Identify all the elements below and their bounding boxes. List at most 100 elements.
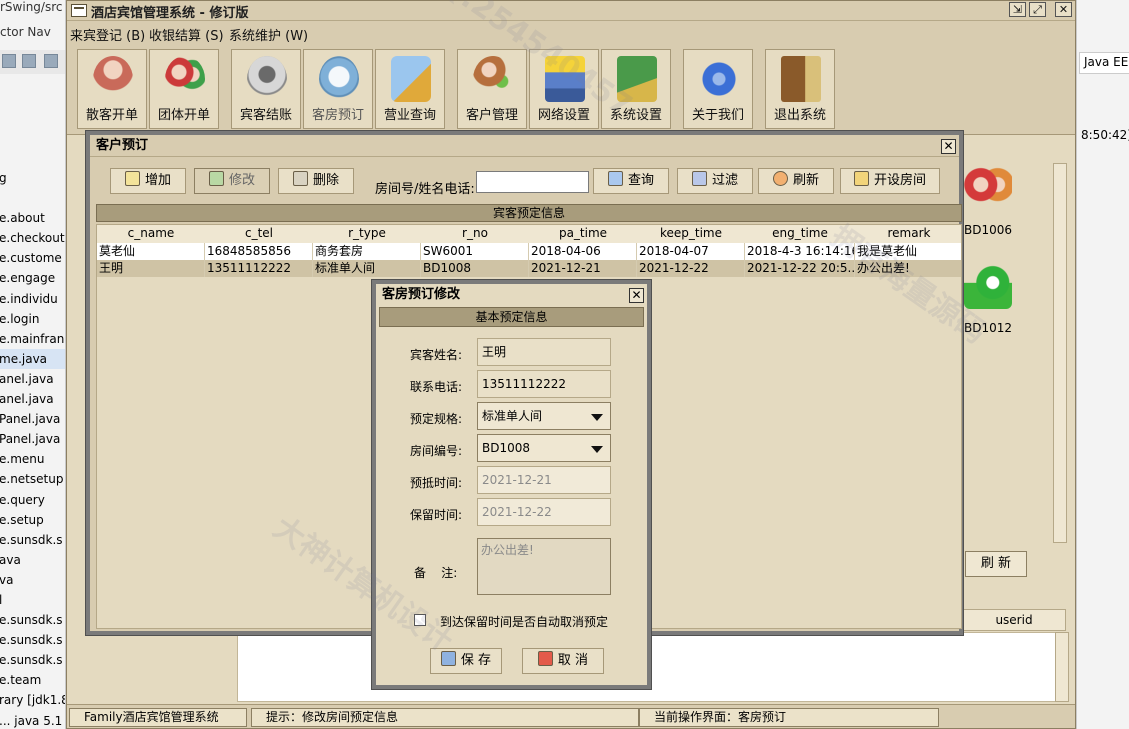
background-table-scrollbar[interactable] xyxy=(1055,632,1069,702)
restore-window-icon[interactable]: ⇲ xyxy=(1009,2,1026,17)
ide-breadcrumb: rSwing/src xyxy=(0,0,63,14)
ide-tool-icon[interactable] xyxy=(2,54,16,68)
ide-tree-item[interactable]: e.query xyxy=(0,490,65,510)
refresh-room-icon xyxy=(964,265,1012,309)
ide-tree-item[interactable] xyxy=(0,188,65,208)
tool-customer-management[interactable]: 客户管理 xyxy=(457,49,527,129)
menu-cashier[interactable]: 收银结算 (S) xyxy=(149,25,224,44)
tool-room-booking[interactable]: 客房预订 xyxy=(303,49,373,129)
tool-business-query[interactable]: 营业查询 xyxy=(375,49,445,129)
ide-tree-item[interactable]: ... java 5.1 xyxy=(0,711,65,729)
ide-tree-item[interactable]: e.login xyxy=(0,309,65,329)
tool-about-us[interactable]: 关于我们 xyxy=(683,49,753,129)
ide-tree-item[interactable]: e.sunsdk.s xyxy=(0,650,65,670)
column-header-remark[interactable]: remark xyxy=(855,225,961,244)
ide-tree-item[interactable]: e.about xyxy=(0,208,65,228)
search-input[interactable] xyxy=(476,171,589,193)
ide-tree-item[interactable]: e.engage xyxy=(0,268,65,288)
ide-tree-item[interactable]: e.individu xyxy=(0,289,65,309)
keep-time-field[interactable]: 2021-12-22 xyxy=(477,498,611,526)
close-booking-dialog-icon[interactable]: ✕ xyxy=(941,139,956,154)
ide-tree-item[interactable]: e.sunsdk.s xyxy=(0,610,65,630)
propeller-icon xyxy=(699,56,739,102)
ide-tree-item[interactable]: e.sunsdk.s xyxy=(0,530,65,550)
column-header-r-type[interactable]: r_type xyxy=(313,225,422,244)
status-current-view: 当前操作界面：客房预订 xyxy=(639,708,939,727)
app-titlebar: 酒店宾馆管理系统 - 修订版 ⇲ ⤢ ✕ xyxy=(67,1,1075,21)
ide-tree-item[interactable]: e.mainfran xyxy=(0,329,65,349)
ide-tree-item[interactable]: Panel.java xyxy=(0,409,65,429)
ide-tree-item[interactable]: rary [jdk1.8 xyxy=(0,690,65,710)
ide-tree-item[interactable]: anel.java xyxy=(0,369,65,389)
ide-tree-item[interactable]: e.custome xyxy=(0,248,65,268)
room-card-bd1012[interactable]: BD1012 xyxy=(962,265,1018,351)
ide-tree-item[interactable]: Panel.java xyxy=(0,429,65,449)
table-cell: 2021-12-21 xyxy=(529,260,637,277)
memory-icon xyxy=(617,56,657,102)
guest-name-field[interactable]: 王明 xyxy=(477,338,611,366)
refresh-button[interactable]: 刷新 xyxy=(758,168,834,194)
room-card-bd1006[interactable]: BD1006 xyxy=(962,167,1018,253)
column-header-eng-time[interactable]: eng_time xyxy=(745,225,856,244)
perspective-button[interactable]: Java EE xyxy=(1079,52,1129,74)
room-type-value: 标准单人间 xyxy=(482,409,543,423)
background-refresh-button[interactable]: 刷 新 xyxy=(965,551,1027,577)
table-cell: 莫老仙 xyxy=(97,243,205,260)
auto-cancel-checkbox[interactable] xyxy=(414,614,426,626)
ide-tree-item[interactable]: e.netsetup xyxy=(0,469,65,489)
ide-right-panel: Java EE 8:50:42) xyxy=(1076,0,1129,729)
status-app-name: Family酒店宾馆管理系统 xyxy=(69,708,247,727)
open-room-button[interactable]: 开设房间 xyxy=(840,168,940,194)
column-header-r-no[interactable]: r_no xyxy=(421,225,530,244)
tool-group-checkin[interactable]: 团体开单 xyxy=(149,49,219,129)
table-row[interactable]: 莫老仙 16848585856 商务套房 SW6001 2018-04-06 2018-0… xyxy=(97,243,961,260)
ide-tree-item[interactable]: me.java xyxy=(0,348,65,369)
ide-tree-item[interactable]: e.sunsdk.s xyxy=(0,630,65,650)
ide-tree-item[interactable]: va xyxy=(0,570,65,590)
maximize-window-icon[interactable]: ⤢ xyxy=(1029,2,1046,17)
ide-tool-icon[interactable] xyxy=(22,54,36,68)
save-button[interactable]: 保 存 xyxy=(430,648,502,674)
table-cell: 办公出差! xyxy=(855,260,961,277)
menu-register[interactable]: 来宾登记 (B) xyxy=(70,25,145,44)
tool-network-settings[interactable]: 网络设置 xyxy=(529,49,599,129)
arrival-time-field[interactable]: 2021-12-21 xyxy=(477,466,611,494)
delete-booking-button[interactable]: 删除 xyxy=(278,168,354,194)
tool-system-settings[interactable]: 系统设置 xyxy=(601,49,671,129)
edit-booking-button[interactable]: 修改 xyxy=(194,168,270,194)
add-booking-button[interactable]: 增加 xyxy=(110,168,186,194)
column-header-c-tel[interactable]: c_tel xyxy=(205,225,314,244)
ide-tree-item[interactable]: g xyxy=(0,168,65,188)
remark-textarea[interactable]: 办公出差! xyxy=(477,538,611,595)
ide-time-readout: 8:50:42) xyxy=(1081,128,1129,142)
ide-tree-item[interactable]: anel.java xyxy=(0,389,65,409)
menu-maintenance[interactable]: 系统维护 (W) xyxy=(229,25,308,44)
tool-exit-system[interactable]: 退出系统 xyxy=(765,49,835,129)
ide-tool-icon[interactable] xyxy=(44,54,58,68)
cancel-button[interactable]: 取 消 xyxy=(522,648,604,674)
room-number-select[interactable]: BD1008 xyxy=(477,434,611,462)
background-scrollbar[interactable] xyxy=(1053,163,1067,543)
ide-tree-item[interactable]: ava xyxy=(0,550,65,570)
guest-name-label: 宾客姓名: xyxy=(410,348,463,362)
close-edit-dialog-icon[interactable]: ✕ xyxy=(629,288,644,303)
filter-button[interactable]: 过滤 xyxy=(677,168,753,194)
column-header-keep-time[interactable]: keep_time xyxy=(637,225,746,244)
tool-walkin-checkin[interactable]: 散客开单 xyxy=(77,49,147,129)
ide-menu[interactable]: ctor Nav xyxy=(0,25,51,39)
close-window-icon[interactable]: ✕ xyxy=(1055,2,1072,17)
column-header-pa-time[interactable]: pa_time xyxy=(529,225,638,244)
tool-guest-checkout[interactable]: 宾客结账 xyxy=(231,49,301,129)
table-cell: 2018-04-06 xyxy=(529,243,637,260)
query-button[interactable]: 查询 xyxy=(593,168,669,194)
room-type-select[interactable]: 标准单人间 xyxy=(477,402,611,430)
ide-tree-item[interactable]: e.checkout xyxy=(0,228,65,248)
ide-tree-item[interactable]: e.setup xyxy=(0,510,65,530)
phone-field[interactable]: 13511112222 xyxy=(477,370,611,398)
save-icon xyxy=(440,651,456,666)
ide-tree-item[interactable]: e.team xyxy=(0,670,65,690)
ide-tree-item[interactable]: e.menu xyxy=(0,449,65,469)
table-row[interactable]: 王明 13511112222 标准单人间 BD1008 2021-12-21 2021-1… xyxy=(97,260,961,277)
ide-tree-item[interactable]: l xyxy=(0,590,65,610)
column-header-c-name[interactable]: c_name xyxy=(97,225,206,244)
